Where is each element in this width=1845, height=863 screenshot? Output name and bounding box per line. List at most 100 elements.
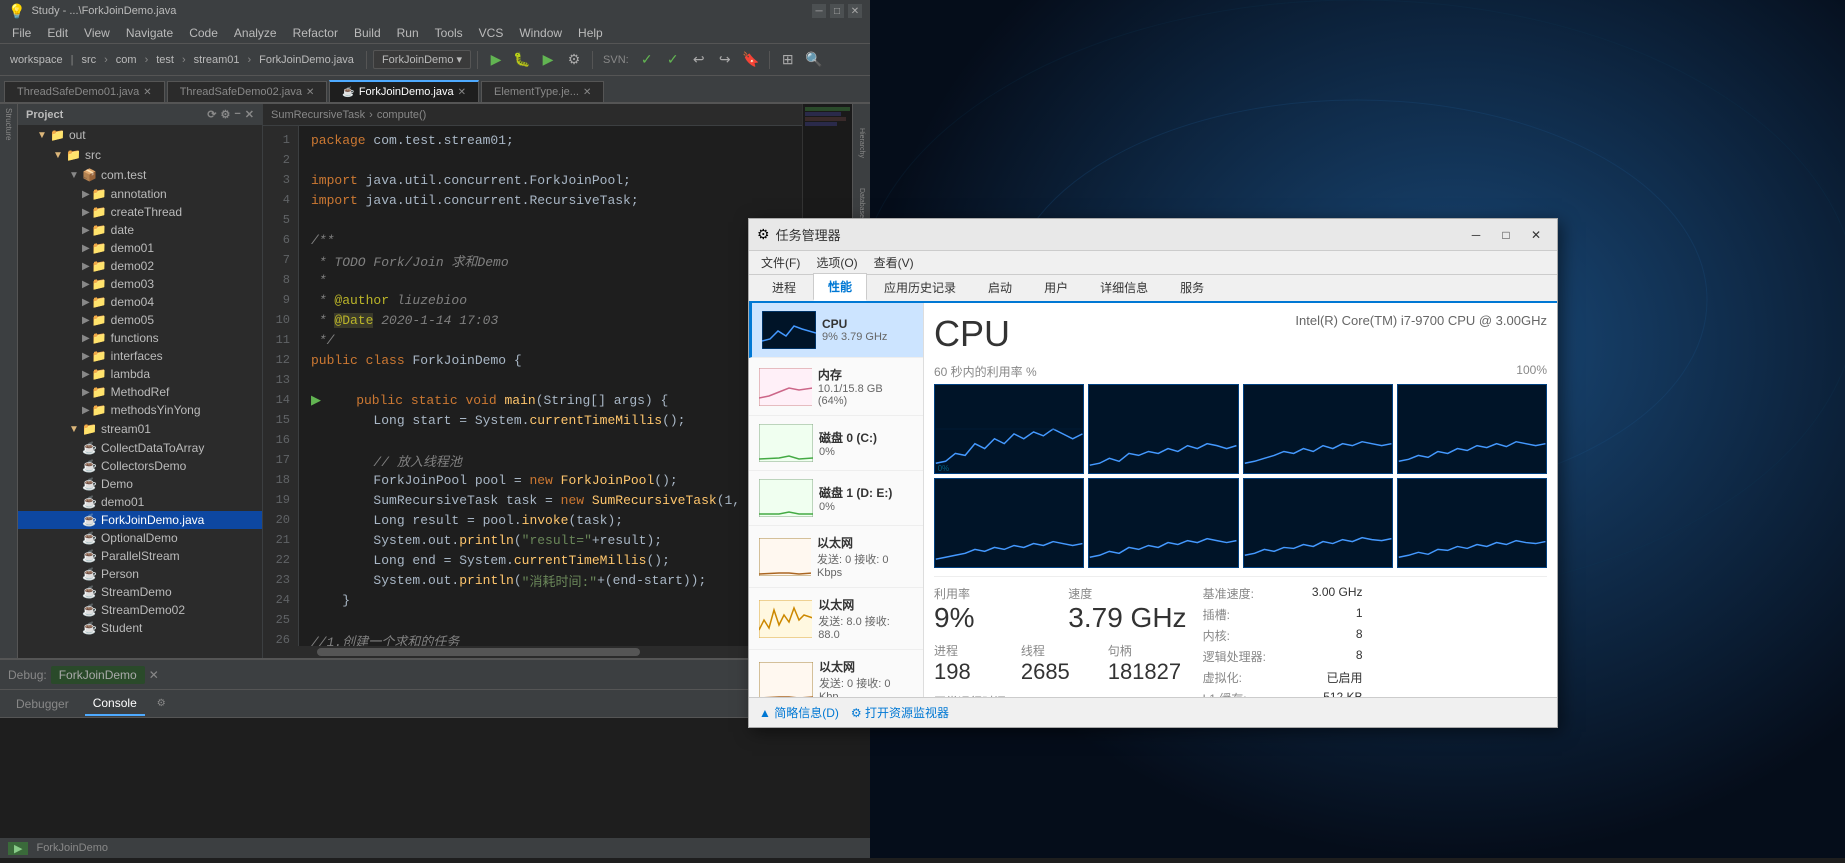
profile-button[interactable]: ⚙	[562, 48, 586, 72]
tree-item-stream01[interactable]: ▼ 📁 stream01	[18, 419, 262, 439]
tm-sidebar-disk0[interactable]: 磁盘 0 (C:) 0%	[749, 416, 923, 471]
menu-tools[interactable]: Tools	[427, 24, 471, 42]
tm-sidebar-eth2[interactable]: 以太网 发送: 0 接收: 0 Kbp	[749, 650, 923, 697]
tree-item-src[interactable]: ▼ 📁 src	[18, 145, 262, 165]
vcs-commit-button[interactable]: ✓	[661, 48, 685, 72]
redo-button[interactable]: ↪	[713, 48, 737, 72]
toolbar-workspace[interactable]: workspace	[4, 52, 69, 68]
settings-icon[interactable]: ⚙	[220, 108, 230, 121]
minimize-button[interactable]: ─	[812, 4, 826, 18]
tm-resource-btn[interactable]: ⚙ 打开资源监视器	[851, 704, 949, 721]
tree-item-createThread[interactable]: ▶ 📁 createThread	[18, 203, 262, 221]
menu-run[interactable]: Run	[389, 24, 427, 42]
tab-forkjoin[interactable]: ☕ ForkJoinDemo.java ✕	[329, 80, 479, 102]
tree-item-forkjoin[interactable]: ☕ ForkJoinDemo.java	[18, 511, 262, 529]
tm-summary-btn[interactable]: ▲ 简略信息(D)	[759, 704, 839, 721]
tree-item-optional[interactable]: ☕ OptionalDemo	[18, 529, 262, 547]
tree-item-collectdata[interactable]: ☕ CollectDataToArray	[18, 439, 262, 457]
toolbar-src[interactable]: src	[75, 52, 102, 68]
debug-config[interactable]: ForkJoinDemo	[51, 666, 145, 684]
tm-menu-file[interactable]: 文件(F)	[753, 252, 808, 273]
tm-minimize-button[interactable]: ─	[1463, 222, 1489, 248]
tree-item-annotation[interactable]: ▶ 📁 annotation	[18, 185, 262, 203]
tm-menu-view[interactable]: 查看(V)	[866, 252, 922, 273]
menu-build[interactable]: Build	[346, 24, 389, 42]
tree-item-comtest[interactable]: ▼ 📦 com.test	[18, 165, 262, 185]
tm-menu-options[interactable]: 选项(O)	[808, 252, 865, 273]
tree-item-methodsyinyong[interactable]: ▶ 📁 methodsYinYong	[18, 401, 262, 419]
horizontal-scrollbar[interactable]	[263, 646, 802, 658]
toolbar-run-config[interactable]: ForkJoinDemo ▾	[373, 50, 471, 69]
code-lines[interactable]: package com.test.stream01; import java.u…	[299, 126, 802, 654]
bookmark-button[interactable]: 🔖	[739, 48, 763, 72]
tree-item-date[interactable]: ▶ 📁 date	[18, 221, 262, 239]
tab-elementtype[interactable]: ElementType.je... ✕	[481, 81, 604, 102]
menu-help[interactable]: Help	[570, 24, 611, 42]
menu-window[interactable]: Window	[511, 24, 570, 42]
tree-item-parallel[interactable]: ☕ ParallelStream	[18, 547, 262, 565]
toolbar-test[interactable]: test	[150, 52, 180, 68]
bottom-content[interactable]	[0, 718, 870, 838]
tab-threadsafe01[interactable]: ThreadSafeDemo01.java ✕	[4, 81, 165, 102]
tree-item-lambda[interactable]: ▶ 📁 lambda	[18, 365, 262, 383]
tm-tab-users[interactable]: 用户	[1029, 274, 1083, 301]
coverage-button[interactable]: ▶	[536, 48, 560, 72]
bottom-settings-icon[interactable]: ⚙	[157, 698, 166, 709]
menu-vcs[interactable]: VCS	[471, 24, 512, 42]
menu-code[interactable]: Code	[181, 24, 226, 42]
menu-file[interactable]: File	[4, 24, 39, 42]
tree-item-collectorsdemo[interactable]: ☕ CollectorsDemo	[18, 457, 262, 475]
tree-item-demo03[interactable]: ▶ 📁 demo03	[18, 275, 262, 293]
tm-tab-performance[interactable]: 性能	[813, 273, 867, 301]
menu-refactor[interactable]: Refactor	[285, 24, 346, 42]
menu-analyze[interactable]: Analyze	[226, 24, 285, 42]
collapse-icon[interactable]: −	[234, 108, 240, 121]
toolbar-stream01[interactable]: stream01	[188, 52, 246, 68]
tree-item-person[interactable]: ☕ Person	[18, 565, 262, 583]
tab-debugger[interactable]: Debugger	[8, 693, 77, 715]
sync-icon[interactable]: ⟳	[207, 108, 216, 121]
tree-item-demo01[interactable]: ▶ 📁 demo01	[18, 239, 262, 257]
tab-threadsafe02[interactable]: ThreadSafeDemo02.java ✕	[167, 81, 328, 102]
tab-console[interactable]: Console	[85, 692, 145, 716]
menu-edit[interactable]: Edit	[39, 24, 76, 42]
tm-maximize-button[interactable]: □	[1493, 222, 1519, 248]
tree-item-interfaces[interactable]: ▶ 📁 interfaces	[18, 347, 262, 365]
structure-label[interactable]: Structure	[4, 108, 13, 140]
tree-item-methodref[interactable]: ▶ 📁 MethodRef	[18, 383, 262, 401]
run-button[interactable]: ▶	[484, 48, 508, 72]
code-editor[interactable]: SumRecursiveTask › compute() 1 2 3 4 5 6…	[263, 104, 802, 658]
toolbar-com[interactable]: com	[110, 52, 143, 68]
tm-tab-process[interactable]: 进程	[757, 274, 811, 301]
close-icon[interactable]: ✕	[245, 108, 254, 121]
tm-tab-history[interactable]: 应用历史记录	[869, 274, 971, 301]
tab-close-icon[interactable]: ✕	[143, 87, 151, 98]
tree-item-student[interactable]: ☕ Student	[18, 619, 262, 637]
tm-sidebar-eth0[interactable]: 以太网 发送: 0 接收: 0 Kbps	[749, 526, 923, 588]
tm-sidebar-memory[interactable]: 内存 10.1/15.8 GB (64%)	[749, 358, 923, 416]
vcs-update-button[interactable]: ✓	[635, 48, 659, 72]
search-button[interactable]: 🔍	[802, 48, 826, 72]
tree-item-demo02[interactable]: ▶ 📁 demo02	[18, 257, 262, 275]
tree-item-demo-java[interactable]: ☕ Demo	[18, 475, 262, 493]
tree-item-demo05[interactable]: ▶ 📁 demo05	[18, 311, 262, 329]
tab-close-icon[interactable]: ✕	[583, 87, 591, 98]
tm-tab-startup[interactable]: 启动	[973, 274, 1027, 301]
tm-close-button[interactable]: ✕	[1523, 222, 1549, 248]
tm-sidebar-cpu[interactable]: CPU 9% 3.79 GHz	[749, 303, 923, 358]
database-label[interactable]: Database	[858, 188, 865, 218]
tree-item-demo01-java[interactable]: ☕ demo01	[18, 493, 262, 511]
close-button[interactable]: ✕	[848, 4, 862, 18]
menu-view[interactable]: View	[76, 24, 118, 42]
toolbar-filename[interactable]: ForkJoinDemo.java	[253, 52, 360, 68]
tree-item-out[interactable]: ▼ 📁 out	[18, 125, 262, 145]
tm-sidebar-eth1[interactable]: 以太网 发送: 8.0 接收: 88.0	[749, 588, 923, 650]
tree-item-functions[interactable]: ▶ 📁 functions	[18, 329, 262, 347]
menu-navigate[interactable]: Navigate	[118, 24, 181, 42]
scrollbar-thumb[interactable]	[317, 648, 640, 656]
tab-close-icon[interactable]: ✕	[306, 87, 314, 98]
tm-tab-services[interactable]: 服务	[1165, 274, 1219, 301]
debug-button[interactable]: 🐛	[510, 48, 534, 72]
tree-item-streamdemo[interactable]: ☕ StreamDemo	[18, 583, 262, 601]
undo-button[interactable]: ↩	[687, 48, 711, 72]
